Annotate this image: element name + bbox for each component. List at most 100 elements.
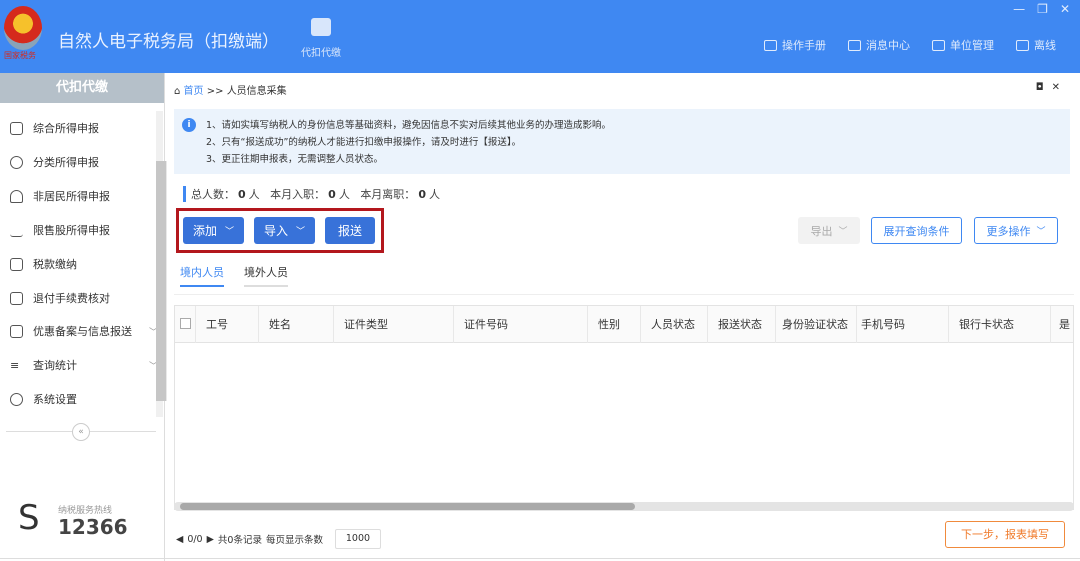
column-header[interactable]: 性别 bbox=[588, 306, 641, 343]
hire-label: 本月入职： bbox=[270, 188, 326, 201]
sidebar-item-label: 查询统计 bbox=[33, 359, 77, 372]
close-panel-icon[interactable]: ✕ bbox=[1052, 82, 1068, 93]
tab-domestic[interactable]: 境内人员 bbox=[180, 264, 224, 287]
sidebar-scrollbar[interactable] bbox=[156, 111, 167, 417]
personnel-stats: 总人数： 0 人 本月入职： 0 人 本月离职： 0 人 bbox=[183, 186, 440, 202]
pie-chart-icon bbox=[10, 155, 23, 169]
pagination: ◀ 0/0 ▶ 共0条记录 每页显示条数 1000 bbox=[176, 529, 381, 549]
list-search-icon: ≡ bbox=[10, 358, 20, 372]
manual-icon bbox=[764, 39, 777, 51]
sidebar-item-fee-refund[interactable]: 退付手续费核对 bbox=[10, 290, 158, 306]
import-button[interactable]: 导入 ﹀ bbox=[254, 217, 315, 244]
divider bbox=[174, 294, 1074, 295]
button-label: 导入 bbox=[263, 224, 288, 238]
maximize-panel-icon[interactable]: ◘ bbox=[1036, 82, 1052, 93]
minimize-button[interactable]: — bbox=[1013, 2, 1025, 16]
tool-label: 单位管理 bbox=[950, 39, 994, 52]
close-button[interactable]: ✕ bbox=[1060, 2, 1070, 16]
column-header[interactable]: 身份验证状态 bbox=[776, 306, 857, 343]
nav-label: 代扣代缴 bbox=[301, 48, 341, 59]
app-title: 自然人电子税务局（扣缴端） bbox=[58, 32, 279, 52]
chevron-down-icon: ﹀ bbox=[225, 227, 235, 237]
layers-icon bbox=[10, 121, 23, 135]
wallet-icon bbox=[311, 18, 331, 36]
message-center-button[interactable]: 消息中心 bbox=[848, 37, 910, 53]
folder-icon bbox=[10, 257, 23, 271]
sidebar-item-label: 退付手续费核对 bbox=[33, 292, 110, 305]
more-actions-button[interactable]: 更多操作 ﹀ bbox=[974, 217, 1058, 244]
hotline: S 纳税服务热线 12366 bbox=[18, 498, 128, 539]
scrollbar-thumb[interactable] bbox=[180, 503, 635, 510]
unit: 人 bbox=[428, 188, 440, 201]
record-count: 共0条记录 bbox=[217, 535, 262, 546]
nav-withholding[interactable]: 代扣代缴 bbox=[296, 18, 346, 59]
sidebar-item-label: 税款缴纳 bbox=[33, 258, 77, 271]
unit-management-button[interactable]: 单位管理 bbox=[932, 37, 994, 53]
button-label: 添加 bbox=[192, 224, 217, 238]
home-icon: ⌂ bbox=[174, 86, 181, 97]
next-step-button[interactable]: 下一步，报表填写 bbox=[945, 521, 1065, 548]
sidebar-item-query-stats[interactable]: ≡ 查询统计 ﹀ bbox=[10, 357, 158, 373]
app-header: 国家税务 自然人电子税务局（扣缴端） 代扣代缴 — ❐ ✕ 操作手册 消息中心 … bbox=[0, 0, 1080, 73]
sidebar-item-preferential-filing[interactable]: 优惠备案与信息报送 ﹀ bbox=[10, 323, 158, 339]
expand-query-button[interactable]: 展开查询条件 bbox=[871, 217, 962, 244]
column-header[interactable]: 银行卡状态 bbox=[949, 306, 1051, 343]
add-button[interactable]: 添加 ﹀ bbox=[183, 217, 244, 244]
document-icon bbox=[10, 324, 23, 338]
next-page-icon[interactable]: ▶ bbox=[207, 534, 214, 545]
sidebar-item-nonresident-income[interactable]: 非居民所得申报 bbox=[10, 188, 158, 204]
export-button[interactable]: 导出 ﹀ bbox=[798, 217, 860, 244]
column-header[interactable]: 姓名 bbox=[259, 306, 334, 343]
offline-button[interactable]: 离线 bbox=[1016, 37, 1056, 53]
column-header[interactable]: 工号 bbox=[196, 306, 259, 343]
sidebar-item-label: 分类所得申报 bbox=[33, 156, 99, 169]
sidebar-item-comprehensive-income[interactable]: 综合所得申报 bbox=[10, 120, 158, 136]
offline-icon bbox=[1016, 39, 1029, 51]
table-horizontal-scrollbar[interactable] bbox=[174, 502, 1074, 511]
sidebar-item-label: 系统设置 bbox=[33, 393, 77, 406]
column-header[interactable]: 证件类型 bbox=[334, 306, 454, 343]
leave-label: 本月离职： bbox=[360, 188, 416, 201]
table-header: 工号 姓名 证件类型 证件号码 性别 人员状态 报送状态 身份验证状态 手机号码… bbox=[175, 306, 1073, 343]
emblem-caption: 国家税务 bbox=[4, 51, 36, 60]
select-all-checkbox[interactable] bbox=[180, 318, 191, 329]
tool-label: 离线 bbox=[1034, 39, 1056, 52]
restore-button[interactable]: ❐ bbox=[1037, 2, 1048, 16]
column-header[interactable]: 证件号码 bbox=[454, 306, 588, 343]
personnel-table: 工号 姓名 证件类型 证件号码 性别 人员状态 报送状态 身份验证状态 手机号码… bbox=[174, 305, 1074, 510]
page-size-input[interactable]: 1000 bbox=[334, 529, 381, 549]
total-label: 总人数： bbox=[191, 188, 235, 201]
sidebar-item-restricted-shares[interactable]: 限售股所得申报 bbox=[10, 222, 158, 238]
tab-overseas[interactable]: 境外人员 bbox=[244, 264, 288, 287]
national-emblem-logo bbox=[4, 6, 42, 50]
sidebar-item-label: 综合所得申报 bbox=[33, 122, 99, 135]
sidebar-item-label: 非居民所得申报 bbox=[33, 190, 110, 203]
page-size-label: 每页显示条数 bbox=[265, 535, 323, 546]
hire-count: 0 bbox=[328, 188, 336, 201]
receipt-icon bbox=[10, 291, 23, 305]
hotline-number: 12366 bbox=[58, 515, 128, 539]
breadcrumb-home[interactable]: 首页 bbox=[184, 86, 204, 97]
notice-box: i 1、请如实填写纳税人的身份信息等基础资料，避免因信息不实对后续其他业务的办理… bbox=[174, 109, 1070, 174]
user-icon bbox=[10, 189, 23, 203]
scrollbar-thumb[interactable] bbox=[156, 161, 167, 401]
column-header[interactable]: 人员状态 bbox=[641, 306, 708, 343]
info-icon: i bbox=[182, 118, 196, 132]
prev-page-icon[interactable]: ◀ bbox=[176, 534, 183, 545]
sidebar-title: 代扣代缴 bbox=[0, 73, 164, 103]
chevron-down-icon: ﹀ bbox=[296, 227, 306, 237]
breadcrumb: ⌂ 首页 >> 人员信息采集 bbox=[174, 82, 287, 97]
manual-button[interactable]: 操作手册 bbox=[764, 37, 826, 53]
collapse-sidebar-button[interactable]: « bbox=[72, 423, 90, 441]
column-header[interactable]: 手机号码 bbox=[857, 306, 949, 343]
sidebar-item-settings[interactable]: 系统设置 bbox=[10, 391, 158, 407]
sidebar-item-tax-payment[interactable]: 税款缴纳 bbox=[10, 256, 158, 272]
column-header[interactable]: 是 bbox=[1051, 306, 1075, 343]
submit-button[interactable]: 报送 bbox=[325, 217, 375, 244]
column-header[interactable]: 报送状态 bbox=[708, 306, 776, 343]
sidebar: 代扣代缴 综合所得申报 分类所得申报 非居民所得申报 限售股所得申报 税款缴纳 … bbox=[0, 73, 167, 561]
signal-chart-icon bbox=[10, 224, 23, 237]
notice-line: 1、请如实填写纳税人的身份信息等基础资料，避免因信息不实对后续其他业务的办理造成… bbox=[206, 120, 612, 131]
sidebar-item-classified-income[interactable]: 分类所得申报 bbox=[10, 154, 158, 170]
unit: 人 bbox=[248, 188, 260, 201]
